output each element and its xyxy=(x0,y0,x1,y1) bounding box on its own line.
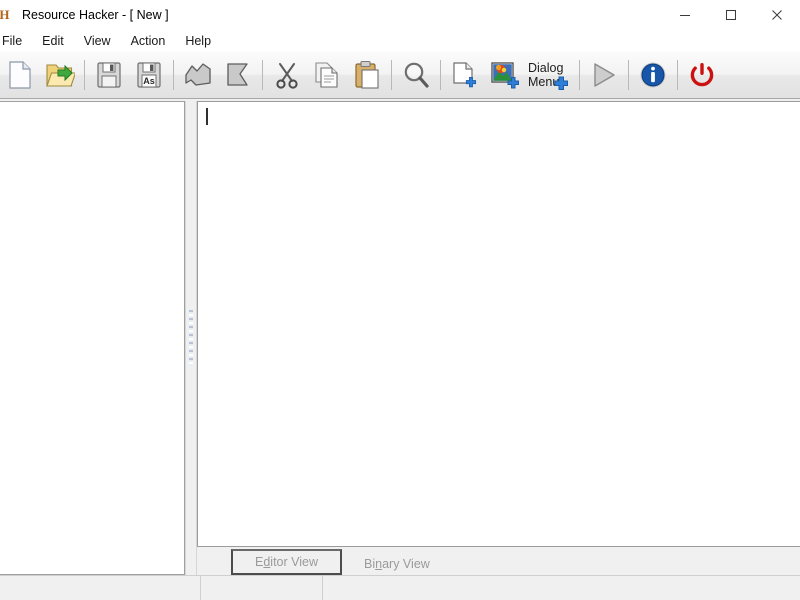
main-area: Ed itor View Bi n ary View xyxy=(0,99,800,575)
copy-pages-icon xyxy=(315,62,338,88)
tab-editor-view-post: itor View xyxy=(270,555,319,569)
toolbar-separator-4 xyxy=(391,60,392,90)
open-file-button[interactable] xyxy=(40,54,80,96)
save-button[interactable] xyxy=(89,54,129,96)
dialog-label: Dialog xyxy=(528,61,563,75)
toolbar-separator-6 xyxy=(579,60,580,90)
copy-button[interactable] xyxy=(307,54,347,96)
add-image-resource-button[interactable] xyxy=(485,54,525,96)
new-file-button[interactable] xyxy=(0,54,40,96)
toolbar-separator-5 xyxy=(440,60,441,90)
minimize-icon xyxy=(680,15,690,16)
add-dialog-menu-icon: Dialog Menu xyxy=(528,61,568,90)
minimize-button[interactable] xyxy=(662,0,708,30)
save-as-floppy-icon: As xyxy=(137,62,161,88)
save-resource-button[interactable] xyxy=(178,54,218,96)
find-button[interactable] xyxy=(396,54,436,96)
right-panel: Ed itor View Bi n ary View xyxy=(197,101,800,575)
menu-item-help[interactable]: Help xyxy=(175,32,221,50)
maximize-button[interactable] xyxy=(708,0,754,30)
menu-bar: File Edit View Action Help xyxy=(0,30,800,52)
text-caret xyxy=(206,108,208,125)
close-button[interactable] xyxy=(754,0,800,30)
status-cell-3 xyxy=(323,576,800,600)
tab-editor-view-pre: E xyxy=(255,555,264,569)
tab-binary-view-post: ary View xyxy=(382,557,430,571)
menu-item-edit[interactable]: Edit xyxy=(32,32,74,50)
paste-button[interactable] xyxy=(347,54,387,96)
splitter-grip-icon xyxy=(189,310,193,366)
menu-item-action[interactable]: Action xyxy=(121,32,176,50)
save-floppy-icon xyxy=(97,62,121,88)
replace-resource-icon xyxy=(227,63,248,86)
menu-item-view[interactable]: View xyxy=(74,32,121,50)
resource-hacker-window: RH Resource Hacker - [ New ] File xyxy=(0,0,800,600)
view-tabs: Ed itor View Bi n ary View xyxy=(197,547,800,575)
close-icon xyxy=(772,10,782,20)
scissors-icon xyxy=(276,63,298,89)
editor-container xyxy=(197,101,800,547)
add-dialog-menu-button[interactable]: Dialog Menu xyxy=(525,54,575,96)
about-button[interactable] xyxy=(633,54,673,96)
save-as-button[interactable]: As xyxy=(129,54,169,96)
compile-script-button[interactable] xyxy=(584,54,624,96)
toolbar-separator-1 xyxy=(84,60,85,90)
status-cell-2 xyxy=(201,576,323,600)
replace-resource-button[interactable] xyxy=(218,54,258,96)
tab-binary-view-pre: Bi xyxy=(364,557,376,571)
tab-binary-view-accel: n xyxy=(375,557,383,571)
app-logo-icon: RH xyxy=(0,6,14,24)
exit-button[interactable] xyxy=(682,54,722,96)
panel-splitter[interactable] xyxy=(185,101,197,575)
clipboard-icon xyxy=(355,60,379,89)
tab-editor-view[interactable]: Ed itor View xyxy=(231,549,343,575)
toolbar: As Dialog Menu xyxy=(0,52,800,99)
info-circle-icon xyxy=(640,62,666,88)
toolbar-separator-3 xyxy=(262,60,263,90)
resource-tree[interactable] xyxy=(0,101,185,575)
add-binary-resource-button[interactable] xyxy=(445,54,485,96)
magnifier-icon xyxy=(404,62,429,88)
menu-item-file[interactable]: File xyxy=(0,32,32,50)
toolbar-separator-7 xyxy=(628,60,629,90)
title-bar: RH Resource Hacker - [ New ] xyxy=(0,0,800,30)
status-bar xyxy=(0,575,800,600)
add-image-plus-icon xyxy=(491,62,519,89)
app-logo-text: RH xyxy=(0,7,10,22)
script-editor[interactable] xyxy=(198,102,800,546)
window-title: Resource Hacker - [ New ] xyxy=(22,8,169,22)
open-folder-icon xyxy=(46,64,75,87)
play-triangle-icon xyxy=(594,63,615,87)
maximize-icon xyxy=(726,10,736,20)
cut-button[interactable] xyxy=(267,54,307,96)
new-document-icon xyxy=(9,61,31,89)
left-panel xyxy=(0,101,185,575)
toolbar-separator-8 xyxy=(677,60,678,90)
save-resource-icon xyxy=(185,63,211,86)
toolbar-separator-2 xyxy=(173,60,174,90)
status-cell-1 xyxy=(0,576,201,600)
add-page-plus-icon xyxy=(453,62,477,88)
save-as-glyph: As xyxy=(143,76,155,86)
window-controls xyxy=(662,0,800,30)
tab-binary-view[interactable]: Bi n ary View xyxy=(342,553,452,575)
tab-editor-view-accel: d xyxy=(263,555,271,569)
power-icon xyxy=(690,63,714,87)
